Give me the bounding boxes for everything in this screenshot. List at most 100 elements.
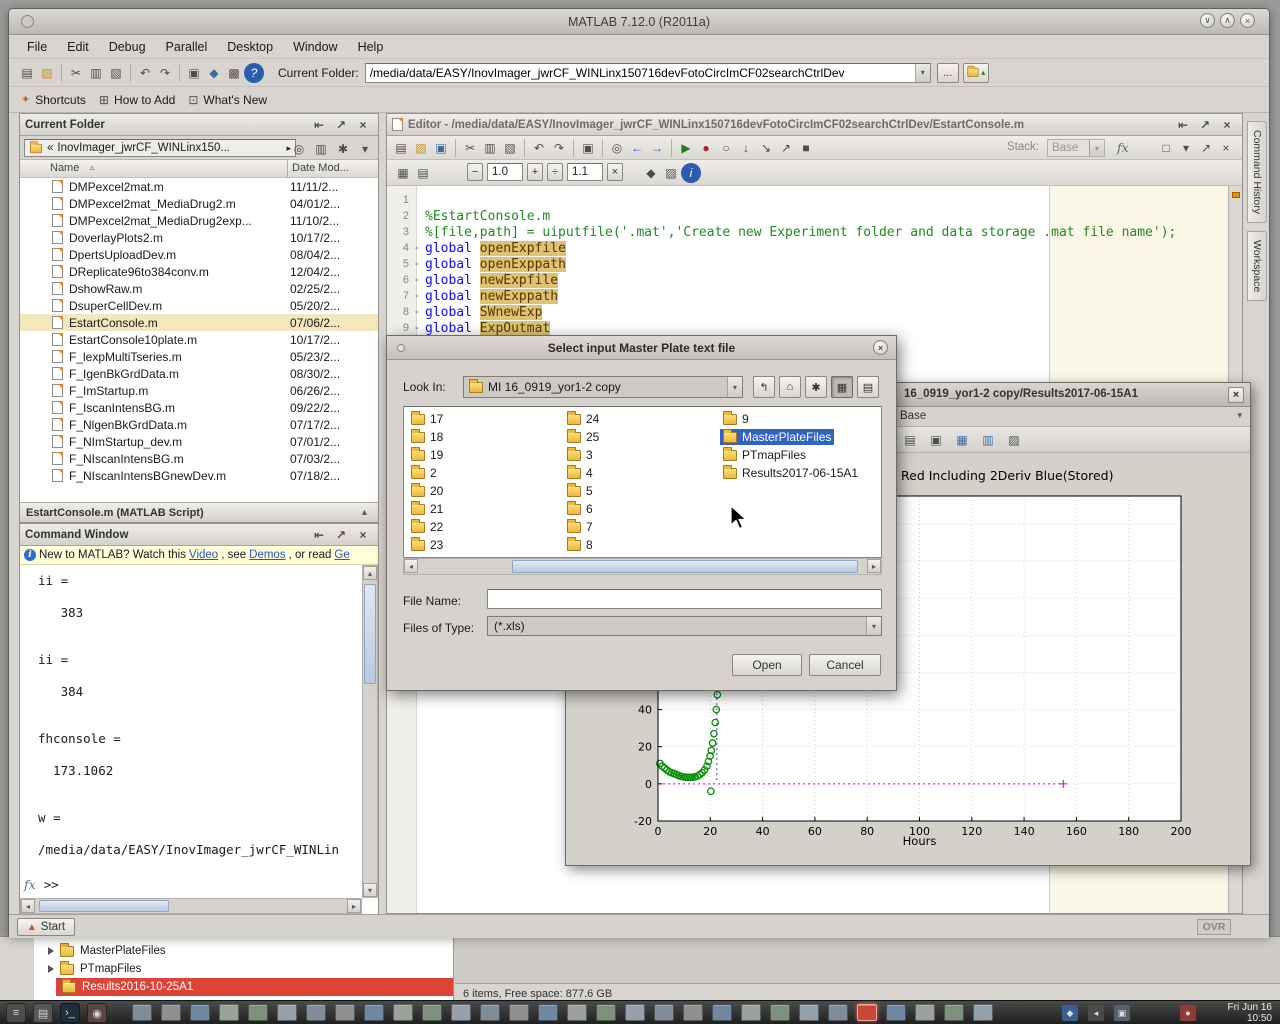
scrollbar-thumb[interactable]: [364, 584, 376, 684]
dialog-folder-item[interactable]: 21: [404, 500, 560, 518]
dialog-folder-item[interactable]: 9: [716, 410, 872, 428]
horizontal-scrollbar[interactable]: ◂ ▸: [20, 898, 362, 914]
file-row[interactable]: EstartConsole10plate.m10/17/2...: [20, 331, 378, 348]
scroll-right-button[interactable]: ▸: [867, 559, 881, 573]
folder-list[interactable]: 17181922021222324253456789MasterPlateFil…: [403, 406, 882, 558]
copy-icon[interactable]: ▥: [86, 63, 106, 83]
print-icon[interactable]: ▣: [184, 63, 204, 83]
colorbar-icon[interactable]: ▥: [978, 430, 998, 450]
scroll-up-button[interactable]: ▴: [363, 566, 377, 580]
taskbar-window-button[interactable]: [654, 1004, 674, 1021]
taskbar-window-button[interactable]: [422, 1004, 442, 1021]
breadcrumb[interactable]: « InovImager_jwrCF_WINLinx150... ▸: [24, 139, 296, 157]
shade-window-button[interactable]: ∨: [1200, 13, 1215, 28]
close-window-button[interactable]: ×: [1240, 13, 1255, 28]
go-back-icon[interactable]: ←: [627, 138, 647, 158]
undock-panel-icon[interactable]: ↗: [331, 115, 351, 135]
dialog-horizontal-scrollbar[interactable]: ◂ ▸: [403, 558, 882, 575]
file-row[interactable]: EstartConsole.m07/06/2...: [20, 314, 378, 331]
redo-icon[interactable]: ↷: [155, 63, 175, 83]
undock-panel-icon[interactable]: ↗: [331, 525, 351, 545]
current-folder-input[interactable]: [366, 66, 915, 80]
fx-icon[interactable]: fx: [24, 877, 36, 892]
close-dialog-button[interactable]: ×: [873, 340, 888, 355]
date-column-header[interactable]: Date Mod...: [292, 162, 349, 174]
scroll-right-button[interactable]: ▸: [347, 899, 361, 913]
list-view-icon[interactable]: ▤: [857, 376, 879, 398]
window-menu-icon[interactable]: [21, 15, 34, 28]
cancel-button[interactable]: Cancel: [809, 654, 881, 676]
taskbar-window-button[interactable]: [480, 1004, 500, 1021]
taskbar-window-button[interactable]: [741, 1004, 761, 1021]
file-row[interactable]: F_IgenBkGrdData.m08/30/2...: [20, 365, 378, 382]
tab-command-history[interactable]: Command History: [1247, 121, 1267, 223]
multiply-button[interactable]: ×: [607, 163, 623, 181]
file-row[interactable]: F_NIscanIntensBGnewDev.m07/18/2...: [20, 467, 378, 484]
taskbar-window-button[interactable]: [625, 1004, 645, 1021]
file-row[interactable]: F_ImStartup.m06/26/2...: [20, 382, 378, 399]
dialog-folder-item[interactable]: 3: [560, 446, 716, 464]
insert-section-icon[interactable]: ▦: [393, 163, 413, 183]
close-figure-button[interactable]: ×: [1228, 387, 1244, 403]
copy-icon[interactable]: ▥: [480, 138, 500, 158]
up-folder-button[interactable]: ▴: [963, 63, 989, 83]
search-icon[interactable]: ◎: [289, 139, 309, 159]
collapse-detail-icon[interactable]: ▴: [357, 506, 372, 520]
file-row[interactable]: F_lexpMultiTseries.m05/23/2...: [20, 348, 378, 365]
redo-icon[interactable]: ↷: [549, 138, 569, 158]
new-folder-icon[interactable]: ✱: [805, 376, 827, 398]
taskbar-window-button[interactable]: [683, 1004, 703, 1021]
editor-titlebar[interactable]: Editor - /media/data/EASY/InovImager_jwr…: [387, 114, 1242, 136]
file-row[interactable]: F_NImStartup_dev.m07/01/2...: [20, 433, 378, 450]
dialog-titlebar[interactable]: Select input Master Plate text file ×: [387, 336, 896, 360]
dock-panel-icon[interactable]: ⇤: [309, 525, 329, 545]
menu-desktop[interactable]: Desktop: [217, 38, 283, 56]
type-caret-icon[interactable]: ▾: [866, 617, 881, 635]
help-icon[interactable]: ?: [244, 63, 264, 83]
scrollbar-thumb[interactable]: [512, 560, 858, 573]
cut-icon[interactable]: ✂: [66, 63, 86, 83]
editor-layout-icon[interactable]: □: [1156, 138, 1176, 158]
undo-icon[interactable]: ↶: [529, 138, 549, 158]
taskbar-window-button[interactable]: [567, 1004, 587, 1021]
mlint-warning-marker[interactable]: [1232, 192, 1240, 198]
browse-folder-button[interactable]: ...: [937, 63, 959, 83]
taskbar-window-button[interactable]: [770, 1004, 790, 1021]
code-area[interactable]: 12%EstartConsole.m3%[file,path] = uiputf…: [387, 192, 1228, 336]
cut-icon[interactable]: ✂: [460, 138, 480, 158]
taskbar-window-button[interactable]: [393, 1004, 413, 1021]
scroll-left-button[interactable]: ◂: [404, 559, 418, 573]
divide-button[interactable]: ÷: [547, 163, 563, 181]
close-panel-icon[interactable]: ×: [353, 525, 373, 545]
file-row[interactable]: DMPexcel2mat.m11/11/2...: [20, 178, 378, 195]
fx-icon[interactable]: fx: [1117, 140, 1129, 155]
taskbar-window-button[interactable]: [712, 1004, 732, 1021]
taskbar-window-button[interactable]: [306, 1004, 326, 1021]
taskbar-window-button[interactable]: [277, 1004, 297, 1021]
new-icon[interactable]: ▤: [391, 138, 411, 158]
file-row[interactable]: F_NlgenBkGrdData.m07/17/2...: [20, 416, 378, 433]
taskbar-window-button[interactable]: [886, 1004, 906, 1021]
taskbar-window-button[interactable]: [190, 1004, 210, 1021]
taskbar-window-button[interactable]: [335, 1004, 355, 1021]
look-in-combo[interactable]: MI 16_0919_yor1-2 copy ▾: [463, 376, 743, 398]
publish-icon[interactable]: ▨: [661, 163, 681, 183]
dialog-folder-item[interactable]: PTmapFiles: [716, 446, 872, 464]
video-link[interactable]: Video: [189, 549, 218, 561]
find-icon[interactable]: ◎: [607, 138, 627, 158]
paste-icon[interactable]: ▧: [106, 63, 126, 83]
scroll-down-button[interactable]: ▾: [363, 883, 377, 897]
dialog-folder-item[interactable]: 18: [404, 428, 560, 446]
open-button[interactable]: Open: [732, 654, 802, 676]
close-editor-icon[interactable]: ×: [1216, 138, 1236, 158]
paste-icon[interactable]: ▧: [500, 138, 520, 158]
new-figure-icon[interactable]: ▤: [900, 430, 920, 450]
dock-panel-icon[interactable]: ⇤: [1173, 115, 1193, 135]
taskbar-clock[interactable]: Fri Jun 16 10:50: [1228, 1002, 1272, 1024]
matlab-titlebar[interactable]: MATLAB 7.12.0 (R2011a) ∨∧×: [9, 9, 1269, 35]
dialog-folder-item[interactable]: 17: [404, 410, 560, 428]
dialog-folder-item[interactable]: 6: [560, 500, 716, 518]
look-in-caret-icon[interactable]: ▾: [727, 377, 742, 397]
dialog-folder-item[interactable]: 5: [560, 482, 716, 500]
demos-link[interactable]: Demos: [249, 549, 285, 561]
